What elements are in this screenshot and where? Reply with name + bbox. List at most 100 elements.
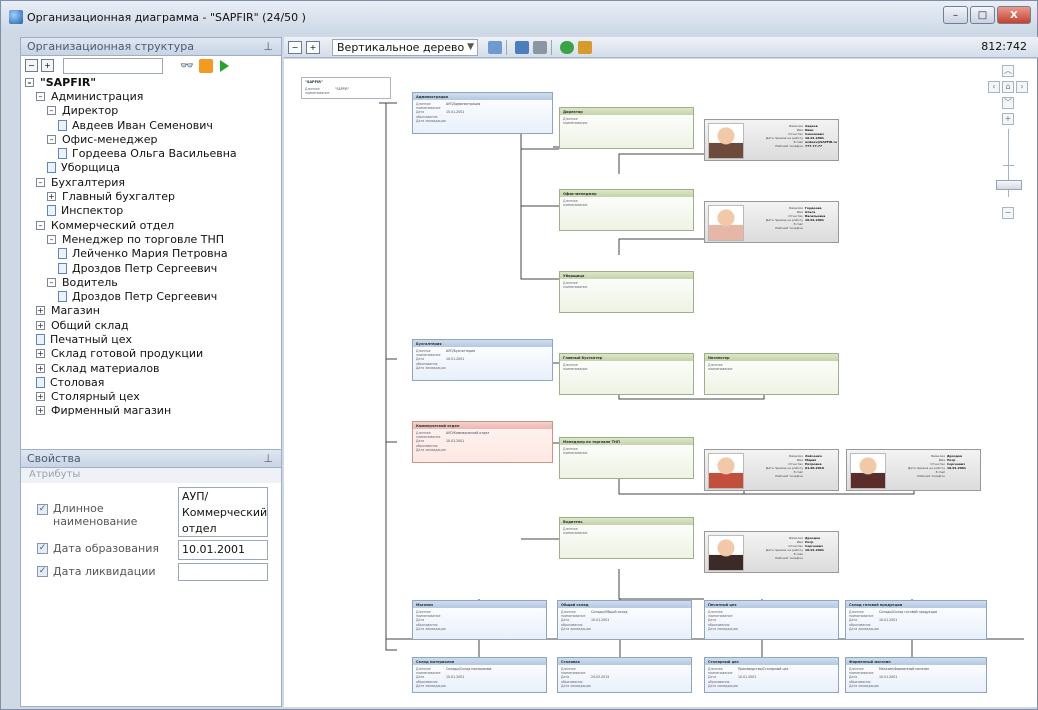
checkbox-liquidated[interactable]: ✓ (37, 566, 48, 577)
root-card[interactable]: "SAPFIR" Длинное наименование "SAPFIR" (301, 77, 391, 99)
expander-icon[interactable]: + (36, 392, 45, 402)
pan-down-icon[interactable]: ﹀ (1002, 97, 1014, 109)
tree-node[interactable]: Дроздов Петр Сергеевич (25, 261, 281, 275)
tree-node[interactable]: – Администрация (25, 89, 281, 103)
expander-icon[interactable]: + (47, 192, 56, 202)
document-icon[interactable] (58, 291, 67, 303)
employee-card[interactable]: Фамилия Лейченко Имя Мария Отчество Петровна Д… (704, 449, 839, 491)
long-name-field[interactable]: АУП/ Коммерческий отдел (178, 487, 268, 537)
expander-icon[interactable]: + (36, 406, 45, 416)
tree-node[interactable]: + Фирменный магазин (25, 404, 281, 418)
expander-icon[interactable]: – (47, 277, 56, 287)
tree-node[interactable]: – Коммерческий отдел (25, 218, 281, 232)
position-card[interactable]: Офис-менеджер Длинное наименование (559, 189, 694, 231)
position-card[interactable]: Водитель Длинное наименование (559, 517, 694, 559)
tree-node[interactable]: + Главный бухгалтер (25, 189, 281, 203)
refresh-icon[interactable] (560, 40, 574, 54)
title-bar[interactable]: Организационная диаграмма - "SAPFIR" (24… (1, 1, 1037, 33)
maximize-button[interactable]: □ (970, 6, 995, 24)
department-card[interactable]: Коммерческий отдел Длинное наименование АУ… (412, 421, 553, 463)
find-next-icon[interactable] (198, 58, 213, 73)
tree-node[interactable]: + Склад готовой продукции (25, 347, 281, 361)
tree-node[interactable]: Уборщица (25, 161, 281, 175)
collapse-all-icon[interactable]: − (25, 59, 38, 72)
document-icon[interactable] (58, 119, 67, 131)
zoom-out-icon[interactable]: − (1002, 207, 1014, 219)
position-card[interactable]: Инспектор Длинное наименование (704, 353, 839, 395)
tree-node[interactable]: + Склад материалов (25, 361, 281, 375)
unit-card[interactable]: Склад материалов Длинное наименование Скла… (412, 657, 547, 693)
document-icon[interactable] (36, 333, 45, 345)
document-icon[interactable] (58, 248, 67, 260)
tree-node[interactable]: – Бухгалтерия (25, 175, 281, 189)
expander-icon[interactable]: – (36, 177, 45, 187)
department-card[interactable]: Бухгалтерия Длинное наименование АУП/Бухга… (412, 339, 553, 381)
tree-node[interactable]: + Столярный цех (25, 390, 281, 404)
expander-icon[interactable]: – (25, 77, 34, 87)
document-icon[interactable] (47, 162, 56, 174)
pan-right-icon[interactable]: › (1016, 81, 1028, 93)
tree-node[interactable]: + Магазин (25, 304, 281, 318)
pan-up-icon[interactable]: ︿ (1002, 65, 1014, 77)
expander-icon[interactable]: – (47, 134, 56, 144)
home-icon[interactable]: ⌂ (1002, 81, 1014, 93)
tree-node[interactable]: – "SAPFIR" (25, 75, 281, 89)
employee-card[interactable]: Фамилия Дроздов Имя Петр Отчество Сергеевич Да… (704, 531, 839, 573)
pin-icon[interactable]: ⊥ (263, 40, 273, 53)
tree-node[interactable]: – Офис-менеджер (25, 132, 281, 146)
department-card[interactable]: Администрация Длинное наименование АУП/Адм… (412, 92, 553, 134)
tree-node[interactable]: Лейченко Мария Петровна (25, 247, 281, 261)
tree-node[interactable]: – Водитель (25, 275, 281, 289)
close-button[interactable]: X (997, 6, 1031, 24)
expander-icon[interactable]: – (36, 220, 45, 230)
employee-card[interactable]: Фамилия Гордеева Имя Ольга Отчество Васильевн… (704, 201, 839, 243)
layout-icon[interactable] (488, 40, 502, 54)
expander-icon[interactable]: – (47, 234, 56, 244)
unit-card[interactable]: Склад готовой продукции Длинное наименова… (845, 600, 987, 640)
tree-node[interactable]: Инспектор (25, 204, 281, 218)
tree-node[interactable]: Столовая (25, 375, 281, 389)
diagram-canvas[interactable]: "SAPFIR" Длинное наименование "SAPFIR" Адми… (284, 59, 1037, 707)
position-card[interactable]: Уборщица Длинное наименование (559, 271, 694, 313)
tree-node[interactable]: – Менеджер по торговле ТНП (25, 232, 281, 246)
view-mode-select[interactable]: Вертикальное дерево ▼ (332, 38, 478, 56)
tree-search-input[interactable] (63, 57, 163, 74)
find-icon[interactable]: 👓 (180, 59, 194, 72)
unit-card[interactable]: Столовая Длинное наименование Дата образов… (557, 657, 692, 693)
document-icon[interactable] (36, 376, 45, 388)
zoom-in-icon[interactable]: + (1002, 113, 1014, 125)
unit-card[interactable]: Общий склад Длинное наименование Склады/Об… (557, 600, 692, 640)
created-date-field[interactable]: 10.01.2001 (178, 540, 268, 560)
zoom-slider[interactable] (996, 180, 1022, 190)
unit-card[interactable]: Фирменный магазин Длинное наименование Маг… (845, 657, 987, 693)
expander-icon[interactable]: + (36, 320, 45, 330)
unit-card[interactable]: Магазин Длинное наименование Дата образова… (412, 600, 547, 640)
tree-node[interactable]: Авдеев Иван Семенович (25, 118, 281, 132)
tree-node[interactable]: Печатный цех (25, 332, 281, 346)
run-icon[interactable] (219, 59, 229, 72)
tree-node[interactable]: Дроздов Петр Сергеевич (25, 289, 281, 303)
employee-card[interactable]: Фамилия Авдеев Имя Иван Отчество Семенович Дат… (704, 119, 839, 161)
expander-icon[interactable]: – (36, 91, 45, 101)
tree-node[interactable]: Гордеева Ольга Васильевна (25, 146, 281, 160)
pan-left-icon[interactable]: ‹ (988, 81, 1000, 93)
expander-icon[interactable]: – (47, 106, 56, 116)
expander-icon[interactable]: + (36, 363, 45, 373)
unit-card[interactable]: Столярный цех Длинное наименование Произво… (704, 657, 839, 693)
save-icon[interactable] (515, 40, 529, 54)
collapse-icon[interactable]: − (288, 40, 302, 54)
clear-icon[interactable] (578, 40, 592, 54)
position-card[interactable]: Директор Длинное наименование (559, 107, 694, 149)
expander-icon[interactable]: + (36, 306, 45, 316)
position-card[interactable]: Главный бухгалтер Длинное наименование (559, 353, 694, 395)
liquidated-date-field[interactable] (178, 563, 268, 581)
employee-card[interactable]: Фамилия Дроздов Имя Петр Отчество Сергеевич Да… (846, 449, 981, 491)
pin-icon[interactable]: ⊥ (263, 452, 273, 465)
tree-node[interactable]: – Директор (25, 104, 281, 118)
expand-icon[interactable]: + (306, 40, 320, 54)
print-icon[interactable] (533, 40, 547, 54)
expander-icon[interactable]: + (36, 349, 45, 359)
checkbox-long-name[interactable]: ✓ (37, 504, 48, 515)
checkbox-created[interactable]: ✓ (37, 543, 48, 554)
unit-card[interactable]: Печатный цех Длинное наименование Дата обр… (704, 600, 839, 640)
